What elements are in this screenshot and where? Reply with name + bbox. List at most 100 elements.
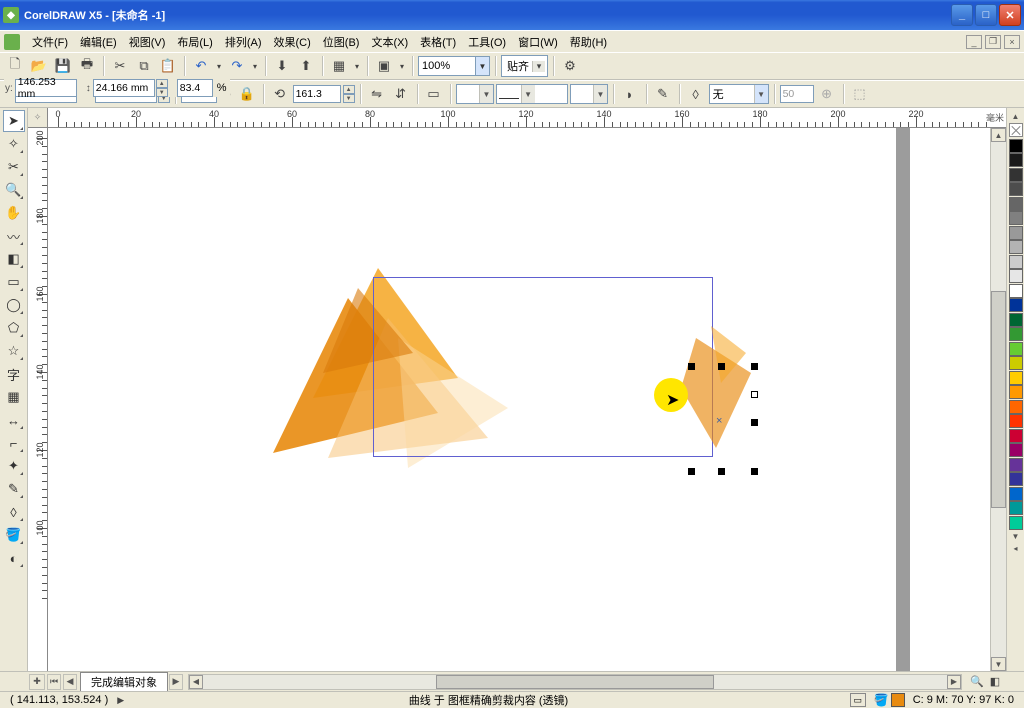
y-position-input[interactable]: 146.253 mm [15, 79, 77, 97]
pan-tool[interactable]: ✋ [3, 202, 25, 224]
menu-effects[interactable]: 效果(C) [268, 32, 317, 52]
mirror-v-button[interactable]: ⇵ [390, 83, 412, 105]
vertical-ruler[interactable]: 200180160140120100 [28, 128, 48, 671]
align-button[interactable]: ▭ [423, 83, 445, 105]
angle-spin-down[interactable]: ▼ [343, 94, 355, 103]
color-swatch[interactable] [1009, 139, 1023, 153]
menu-bitmap[interactable]: 位图(B) [317, 32, 366, 52]
height-spin-down[interactable]: ▼ [156, 88, 168, 97]
menu-layout[interactable]: 布局(L) [171, 32, 218, 52]
smart-fill-tool[interactable]: ◧ [3, 248, 25, 270]
zoom-tool[interactable]: 🔍 [3, 179, 25, 201]
print-button[interactable]: 🖶 [76, 55, 98, 77]
color-swatch[interactable] [1009, 342, 1023, 356]
fill-color-swatch[interactable] [891, 693, 905, 707]
zoom-combo[interactable]: ▼ [418, 56, 490, 76]
maximize-button[interactable]: □ [975, 4, 997, 26]
color-swatch[interactable] [1009, 313, 1023, 327]
color-swatch[interactable] [1009, 356, 1023, 370]
color-swatch[interactable] [1009, 284, 1023, 298]
menu-window[interactable]: 窗口(W) [512, 32, 564, 52]
selection-handle[interactable] [718, 468, 725, 475]
color-swatch[interactable] [1009, 371, 1023, 385]
scroll-up-button[interactable]: ▲ [991, 128, 1006, 142]
doc-minimize-button[interactable]: _ [966, 35, 982, 49]
polygon-tool[interactable]: ⬠ [3, 317, 25, 339]
color-swatch[interactable] [1009, 487, 1023, 501]
eyedropper-tool[interactable]: ✎ [3, 478, 25, 500]
color-swatch[interactable] [1009, 516, 1023, 530]
scroll-down-button[interactable]: ▼ [991, 657, 1006, 671]
vscroll-thumb[interactable] [991, 291, 1006, 508]
outline-tool[interactable]: ◊ [3, 501, 25, 523]
fill-tool[interactable]: 🪣 [3, 524, 25, 546]
rectangle-tool[interactable]: ▭ [3, 271, 25, 293]
powerclip-frame[interactable] [373, 277, 713, 457]
color-swatch[interactable] [1009, 414, 1023, 428]
color-swatch[interactable] [1009, 153, 1023, 167]
hscroll-thumb[interactable] [436, 675, 714, 689]
selection-center-icon[interactable]: × [716, 415, 722, 427]
zoom-input[interactable] [419, 60, 475, 72]
scale-y-input[interactable]: 83.4 [177, 79, 213, 97]
minimize-button[interactable]: _ [951, 4, 973, 26]
end-arrow-combo[interactable]: ▼ [570, 84, 608, 104]
color-swatch[interactable] [1009, 472, 1023, 486]
palette-scroll-down[interactable]: ▼ [1009, 530, 1023, 542]
color-swatch[interactable] [1009, 240, 1023, 254]
menu-table[interactable]: 表格(T) [414, 32, 462, 52]
height-input[interactable]: 24.166 mm [93, 79, 155, 97]
scroll-left-button[interactable]: ◀ [189, 675, 203, 689]
color-swatch[interactable] [1009, 458, 1023, 472]
snap-arrow[interactable]: ▾ [532, 61, 545, 72]
text-tool[interactable]: 字 [3, 363, 25, 385]
ellipse-tool[interactable]: ◯ [3, 294, 25, 316]
copy-button[interactable]: ⧉ [133, 55, 155, 77]
color-swatch[interactable] [1009, 400, 1023, 414]
shape-tool[interactable]: ✧ [3, 133, 25, 155]
selection-handle[interactable] [688, 468, 695, 475]
height-spin-up[interactable]: ▲ [156, 79, 168, 88]
color-swatch[interactable] [1009, 429, 1023, 443]
status-doc-icon[interactable]: ▭ [850, 693, 866, 707]
color-swatch[interactable] [1009, 211, 1023, 225]
palette-flyout[interactable]: ◂ [1009, 542, 1023, 554]
app-launcher-dropdown[interactable]: ▾ [352, 55, 362, 77]
units-button[interactable]: ⊕ [816, 83, 838, 105]
document-icon[interactable] [4, 34, 20, 50]
color-swatch[interactable] [1009, 327, 1023, 341]
color-swatch[interactable] [1009, 182, 1023, 196]
table-tool[interactable]: ▦ [3, 386, 25, 408]
redo-dropdown[interactable]: ▾ [250, 55, 260, 77]
doc-close-button[interactable]: × [1004, 35, 1020, 49]
angle-input[interactable]: 161.3 [293, 85, 341, 103]
export-button[interactable]: ⬆ [295, 55, 317, 77]
color-swatch[interactable] [1009, 298, 1023, 312]
snap-combo[interactable]: 贴齐 ▾ [501, 55, 548, 77]
canvas-area[interactable]: ✧ 020406080100120140160180200220 毫米 2001… [28, 108, 1006, 671]
selection-handle[interactable] [751, 391, 758, 398]
menu-tools[interactable]: 工具(O) [462, 32, 512, 52]
undo-dropdown[interactable]: ▾ [214, 55, 224, 77]
wrap-text-button[interactable]: ◗ [619, 83, 641, 105]
drawing-page[interactable]: ➤ × [48, 128, 1006, 671]
welcome-dropdown[interactable]: ▾ [397, 55, 407, 77]
units-input[interactable]: 50 [780, 85, 814, 103]
add-page-button[interactable]: ✚ [29, 674, 45, 690]
status-play-icon[interactable]: ▶ [114, 695, 127, 706]
color-swatch[interactable] [1009, 385, 1023, 399]
prev-page-button[interactable]: ◀ [63, 674, 77, 690]
app-launcher-button[interactable]: ▦ [328, 55, 350, 77]
color-swatch[interactable] [1009, 197, 1023, 211]
page-tab-1[interactable]: 完成编辑对象 [80, 672, 168, 691]
menu-edit[interactable]: 编辑(E) [74, 32, 123, 52]
cut-button[interactable]: ✂ [109, 55, 131, 77]
interactive-tool[interactable]: ✦ [3, 455, 25, 477]
menu-file[interactable]: 文件(F) [26, 32, 74, 52]
color-swatch[interactable] [1009, 255, 1023, 269]
fill-indicator-icon[interactable]: 🪣 [874, 693, 889, 707]
ruler-origin[interactable]: ✧ [28, 108, 48, 128]
interactive-fill-tool[interactable]: ◐ [3, 547, 25, 569]
doc-restore-button[interactable]: ❐ [985, 35, 1001, 49]
menu-view[interactable]: 视图(V) [123, 32, 172, 52]
